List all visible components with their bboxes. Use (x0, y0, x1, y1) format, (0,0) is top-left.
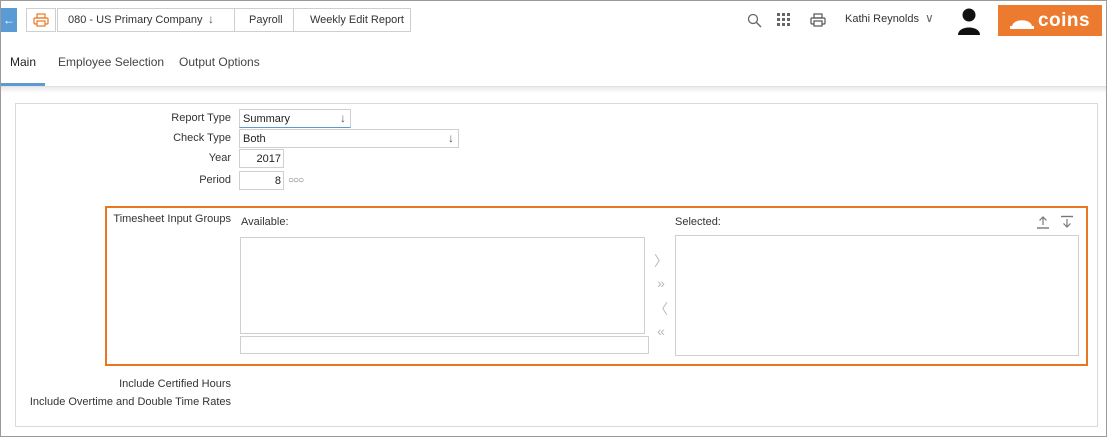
period-value: 8 (274, 174, 281, 187)
print-report-button[interactable] (26, 8, 56, 32)
available-filter-input[interactable] (240, 336, 649, 354)
tab-main[interactable]: Main (1, 40, 45, 86)
year-label: Year (208, 152, 231, 164)
period-input[interactable]: 8 (239, 171, 284, 190)
breadcrumb-payroll[interactable]: Payroll (234, 8, 294, 32)
company-label: 080 - US Primary Company (68, 14, 203, 26)
certified-hours-label: Include Certified Hours (119, 378, 231, 390)
available-list[interactable] (240, 237, 645, 334)
available-label: Available: (241, 216, 289, 228)
hardhat-icon (1009, 19, 1034, 29)
avatar[interactable] (957, 7, 981, 35)
user-name[interactable]: Kathi Reynolds (845, 13, 919, 25)
check-type-label: Check Type (173, 132, 231, 144)
move-all-right-icon[interactable]: » (653, 275, 669, 291)
print-icon[interactable] (809, 11, 827, 29)
chevron-down-icon: ↓ (208, 12, 214, 26)
year-input[interactable]: 2017 (239, 149, 284, 168)
brand-logo: coins (998, 5, 1102, 36)
selected-list[interactable] (675, 235, 1079, 356)
overtime-rates-label: Include Overtime and Double Time Rates (29, 396, 231, 408)
timesheet-groups-label: Timesheet Input Groups (113, 213, 231, 225)
apps-grid-icon[interactable] (775, 11, 793, 29)
breadcrumb-report-label: Weekly Edit Report (310, 14, 404, 26)
move-all-left-icon[interactable]: « (653, 323, 669, 339)
report-type-label: Report Type (171, 112, 231, 124)
tab-shadow (1, 87, 1106, 93)
breadcrumb-report[interactable]: Weekly Edit Report (293, 8, 411, 32)
tab-employee-selection[interactable]: Employee Selection (58, 40, 164, 84)
check-type-value: Both (243, 132, 266, 145)
app-window: ← 080 - US Primary Company ↓ Payroll Wee… (0, 0, 1107, 437)
period-lookup-icon[interactable]: ○○○ (288, 175, 304, 186)
breadcrumb-payroll-label: Payroll (249, 14, 283, 26)
chevron-down-icon: ↓ (448, 131, 454, 145)
user-menu-chevron-icon[interactable]: ∨ (925, 11, 934, 25)
period-label: Period (199, 174, 231, 186)
selected-label: Selected: (675, 216, 721, 228)
year-value: 2017 (256, 152, 281, 165)
move-to-bottom-icon[interactable] (1060, 215, 1074, 229)
printer-icon (33, 13, 49, 27)
top-bar: ← 080 - US Primary Company ↓ Payroll Wee… (1, 1, 1106, 40)
company-selector[interactable]: 080 - US Primary Company ↓ (57, 8, 235, 32)
back-arrow-icon[interactable]: ← (1, 8, 17, 32)
check-type-select[interactable]: Both ↓ (239, 129, 459, 148)
search-icon[interactable] (745, 11, 763, 29)
move-to-top-icon[interactable] (1036, 215, 1050, 229)
move-left-icon[interactable]: 〈 (653, 299, 669, 319)
move-right-icon[interactable]: 〉 (653, 251, 669, 271)
report-type-select[interactable]: Summary ↓ (239, 109, 351, 128)
report-type-value: Summary (243, 112, 291, 125)
tab-bar: Main Employee Selection Output Options (1, 40, 1106, 87)
tab-output-options[interactable]: Output Options (179, 40, 260, 84)
brand-text: coins (1037, 9, 1091, 31)
chevron-down-icon: ↓ (340, 111, 346, 125)
